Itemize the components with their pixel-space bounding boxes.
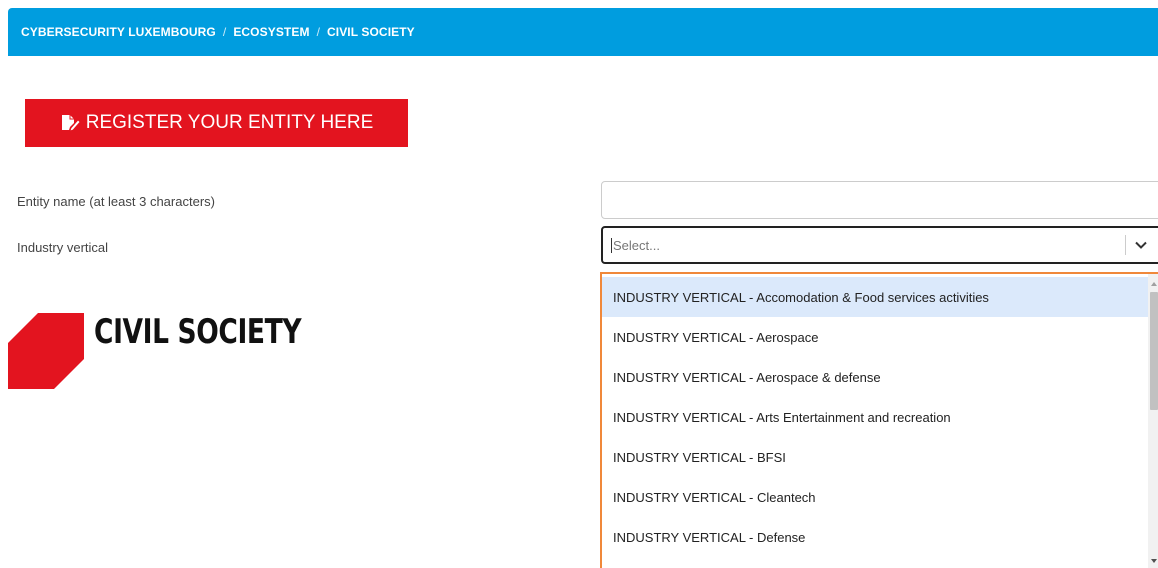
breadcrumb-separator: / [222,25,227,39]
menu-option[interactable]: INDUSTRY VERTICAL - Aerospace & defense [602,357,1148,397]
menu-option[interactable]: INDUSTRY VERTICAL - BFSI [602,437,1148,477]
menu-scrollbar[interactable] [1148,274,1158,568]
menu-option[interactable]: INDUSTRY VERTICAL - Arts Entertainment a… [602,397,1148,437]
menu-option[interactable]: INDUSTRY VERTICAL - Accomodation & Food … [602,277,1148,317]
breadcrumb-item-ecosystem[interactable]: ECOSYSTEM [233,25,309,39]
breadcrumb-item-civil-society[interactable]: CIVIL SOCIETY [327,25,415,39]
breadcrumb-item-cybersecurity-luxembourg[interactable]: CYBERSECURITY LUXEMBOURG [21,25,216,39]
page: CYBERSECURITY LUXEMBOURG / ECOSYSTEM / C… [0,0,1158,568]
register-entity-label: REGISTER YOUR ENTITY HERE [85,112,374,133]
breadcrumb-separator: / [316,25,320,39]
civil-society-logo-icon [8,313,84,389]
breadcrumb: CYBERSECURITY LUXEMBOURG / ECOSYSTEM / C… [8,8,1158,56]
menu-option[interactable]: INDUSTRY VERTICAL - Cleantech [602,477,1148,517]
menu-option[interactable]: INDUSTRY VERTICAL - Aerospace [602,317,1148,357]
edit-document-icon [60,114,80,132]
civil-society-title: CIVIL SOCIETY [94,312,302,352]
scroll-down-arrow-icon[interactable] [1151,559,1157,563]
select-placeholder: Select... [611,237,1158,253]
menu-option[interactable]: INDUSTRY VERTICAL - Defense [602,517,1148,557]
select-indicators [1125,235,1148,255]
industry-vertical-label: Industry vertical [17,240,109,255]
register-entity-button[interactable]: REGISTER YOUR ENTITY HERE [25,99,408,147]
industry-vertical-menu: INDUSTRY VERTICAL - Accomodation & Food … [600,272,1158,568]
chevron-down-icon[interactable] [1134,238,1148,252]
indicator-separator [1125,235,1126,255]
scroll-thumb[interactable] [1150,292,1158,410]
industry-vertical-select[interactable]: Select... [601,226,1158,264]
entity-name-label: Entity name (at least 3 characters) [17,194,215,209]
scroll-up-arrow-icon[interactable] [1151,282,1157,286]
menu-list: INDUSTRY VERTICAL - Accomodation & Food … [602,277,1148,557]
entity-name-field[interactable] [601,181,1158,219]
